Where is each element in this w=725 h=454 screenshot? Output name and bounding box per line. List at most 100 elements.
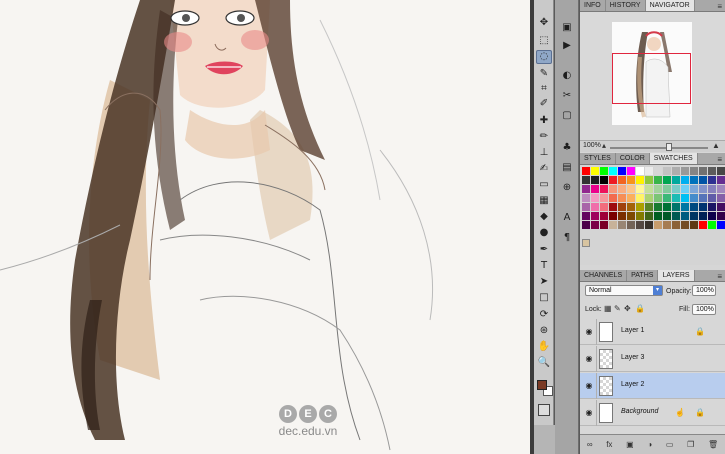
swatch[interactable]	[645, 176, 653, 184]
layer-row[interactable]: ◉ Layer 1 🔒	[580, 319, 725, 345]
delete-layer-icon[interactable]: 🗑	[708, 440, 718, 449]
swatch[interactable]	[690, 185, 698, 193]
swatch[interactable]	[600, 212, 608, 220]
gradient-tool-icon[interactable]: ▦	[536, 194, 552, 208]
swatch[interactable]	[672, 194, 680, 202]
swatch[interactable]	[627, 167, 635, 175]
swatch[interactable]	[609, 185, 617, 193]
swatch[interactable]	[708, 203, 716, 211]
zoom-out-icon[interactable]: ▴	[602, 141, 606, 150]
paragraph-panel-icon[interactable]: ¶	[559, 230, 575, 244]
swatch[interactable]	[699, 221, 707, 229]
blur-tool-icon[interactable]: ◆	[536, 210, 552, 224]
swatch[interactable]	[591, 221, 599, 229]
brush-preset-panel-icon[interactable]: ▤	[559, 160, 575, 174]
zoom-level[interactable]: 100%	[583, 142, 601, 149]
new-layer-icon[interactable]: ❐	[687, 440, 694, 449]
lasso-tool-icon[interactable]: ◌	[536, 50, 552, 64]
3d-orbit-tool-icon[interactable]: ⊛	[536, 324, 552, 338]
swatch[interactable]	[582, 212, 590, 220]
layer-mask-icon[interactable]: ▣	[626, 440, 634, 449]
swatch[interactable]	[618, 185, 626, 193]
clone-stamp-tool-icon[interactable]: ⊥	[536, 146, 552, 160]
swatch[interactable]	[672, 185, 680, 193]
swatch[interactable]	[681, 176, 689, 184]
history-brush-tool-icon[interactable]: ✍	[536, 162, 552, 176]
navigator-panel-icon[interactable]: ▣	[559, 20, 575, 34]
marquee-tool-icon[interactable]: ⬚	[536, 34, 552, 48]
opacity-input[interactable]: 100%	[692, 285, 716, 296]
swatch[interactable]	[627, 185, 635, 193]
swatch[interactable]	[699, 203, 707, 211]
crop-tool-icon[interactable]: ⌗	[536, 82, 552, 96]
swatch[interactable]	[699, 176, 707, 184]
swatch[interactable]	[582, 167, 590, 175]
swatch[interactable]	[717, 203, 725, 211]
swatch[interactable]	[627, 221, 635, 229]
tab-channels[interactable]: CHANNELS	[580, 270, 628, 281]
zoom-slider[interactable]	[610, 147, 708, 149]
zoom-slider-handle[interactable]	[666, 143, 672, 151]
swatch[interactable]	[582, 176, 590, 184]
quick-select-tool-icon[interactable]: ✎	[536, 67, 552, 81]
tab-swatches[interactable]: SWATCHES	[649, 153, 698, 164]
swatch[interactable]	[645, 203, 653, 211]
swatch[interactable]	[600, 176, 608, 184]
hand-tool-icon[interactable]: ✋	[536, 340, 552, 354]
swatch[interactable]	[609, 194, 617, 202]
swatch[interactable]	[690, 194, 698, 202]
swatch[interactable]	[663, 194, 671, 202]
link-layers-icon[interactable]: ∞	[587, 440, 593, 449]
new-group-icon[interactable]: ▭	[666, 440, 674, 449]
swatch[interactable]	[663, 203, 671, 211]
swatch[interactable]	[636, 203, 644, 211]
eye-icon[interactable]: ◉	[583, 353, 595, 364]
swatch[interactable]	[645, 212, 653, 220]
tab-color[interactable]: COLOR	[616, 153, 650, 164]
swatch[interactable]	[627, 212, 635, 220]
swatch[interactable]	[708, 221, 716, 229]
actions-panel-icon[interactable]: ✂	[559, 88, 575, 102]
swatch[interactable]	[681, 194, 689, 202]
swatch[interactable]	[699, 194, 707, 202]
foreground-color-swatch[interactable]	[537, 380, 547, 390]
swatch[interactable]	[645, 167, 653, 175]
tab-navigator[interactable]: NAVIGATOR	[645, 0, 695, 11]
lock-all-icon[interactable]: 🔒	[635, 304, 645, 313]
swatch[interactable]	[708, 185, 716, 193]
adjustment-layer-icon[interactable]: ◑	[647, 440, 652, 449]
swatch[interactable]	[717, 176, 725, 184]
swatch[interactable]	[672, 203, 680, 211]
tab-layers[interactable]: LAYERS	[658, 270, 695, 281]
swatch[interactable]	[654, 212, 662, 220]
swatch[interactable]	[708, 194, 716, 202]
swatch[interactable]	[654, 185, 662, 193]
quick-mask-icon[interactable]	[538, 404, 550, 416]
healing-brush-tool-icon[interactable]: ✚	[536, 114, 552, 128]
swatch[interactable]	[672, 176, 680, 184]
layer-row[interactable]: ◉ Background ☝ 🔒	[580, 400, 725, 426]
swatch[interactable]	[591, 167, 599, 175]
swatch[interactable]	[582, 194, 590, 202]
swatch[interactable]	[672, 212, 680, 220]
swatch[interactable]	[663, 212, 671, 220]
swatch[interactable]	[654, 221, 662, 229]
swatch[interactable]	[717, 212, 725, 220]
swatch[interactable]	[627, 203, 635, 211]
panel-menu-icon[interactable]: ≡	[714, 272, 725, 281]
tab-paths[interactable]: PATHS	[627, 270, 659, 281]
swatch[interactable]	[663, 185, 671, 193]
swatch[interactable]	[690, 167, 698, 175]
eraser-tool-icon[interactable]: ▭	[536, 178, 552, 192]
swatch[interactable]	[627, 194, 635, 202]
swatch[interactable]	[654, 203, 662, 211]
tab-history[interactable]: HISTORY	[606, 0, 646, 11]
swatch[interactable]	[672, 221, 680, 229]
swatch[interactable]	[708, 167, 716, 175]
swatch[interactable]	[699, 185, 707, 193]
swatch[interactable]	[600, 194, 608, 202]
swatch[interactable]	[609, 221, 617, 229]
eye-icon[interactable]: ◉	[583, 326, 595, 337]
swatch[interactable]	[618, 167, 626, 175]
swatch[interactable]	[681, 221, 689, 229]
